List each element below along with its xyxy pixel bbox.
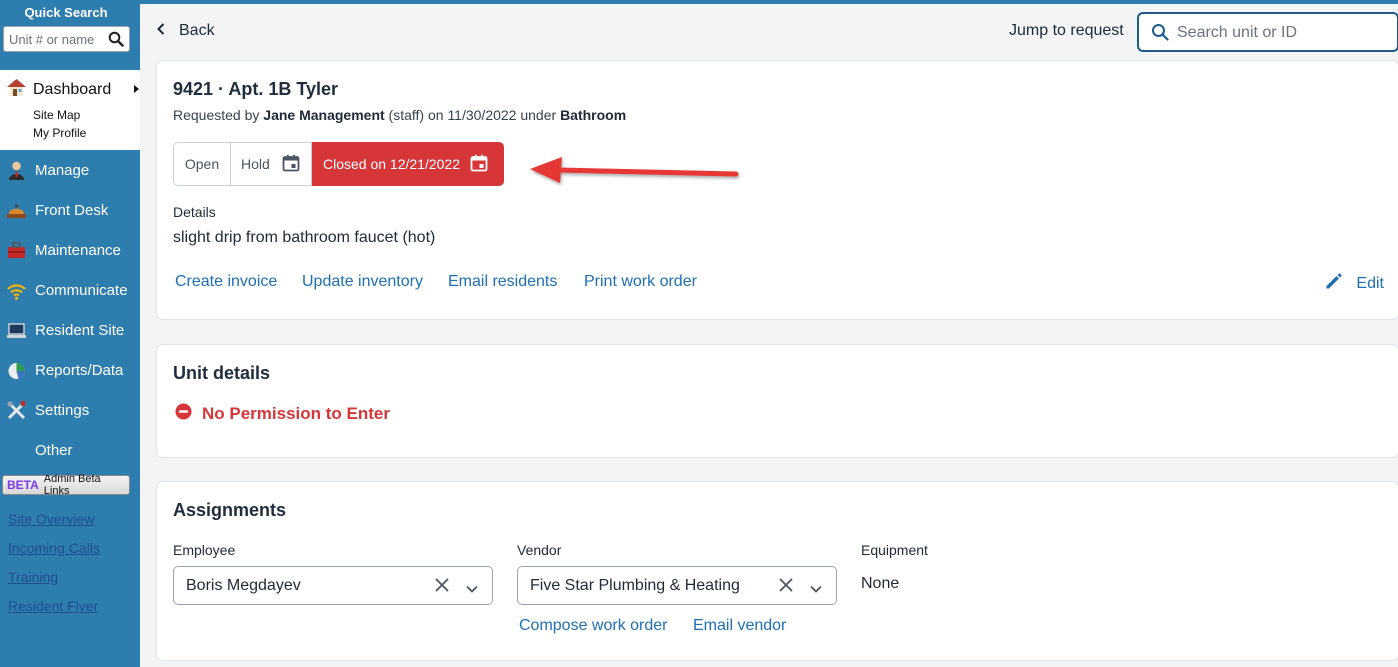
create-invoice-link[interactable]: Create invoice bbox=[175, 273, 277, 291]
update-inventory-link[interactable]: Update inventory bbox=[302, 273, 423, 291]
employee-label: Employee bbox=[173, 542, 236, 558]
chevron-left-icon bbox=[157, 22, 165, 40]
admin-beta-links-button[interactable]: BETA Admin Beta Links bbox=[2, 473, 130, 497]
site-overview-link[interactable]: Site Overview bbox=[8, 511, 94, 527]
employee-select[interactable]: Boris Megdayev bbox=[173, 566, 493, 605]
print-work-order-link[interactable]: Print work order bbox=[584, 273, 697, 291]
clear-icon[interactable] bbox=[778, 577, 794, 598]
assignments-card: Assignments Employee Boris Megdayev Vend… bbox=[156, 481, 1398, 661]
sidebar: Quick Search Dashboard Site Map My Profi… bbox=[0, 0, 140, 667]
quick-search-title: Quick Search bbox=[24, 5, 108, 20]
request-card: 9421 · Apt. 1B Tyler Requested by Jane M… bbox=[156, 60, 1398, 320]
person-icon bbox=[6, 160, 27, 181]
chevron-down-icon[interactable] bbox=[810, 580, 822, 598]
request-category: Bathroom bbox=[560, 107, 627, 123]
nav-other[interactable]: Other bbox=[6, 440, 73, 461]
dashboard-panel: Dashboard Site Map My Profile bbox=[0, 70, 140, 150]
nav-resident-site[interactable]: Resident Site bbox=[6, 320, 124, 341]
equipment-label: Equipment bbox=[861, 542, 928, 558]
quick-search-box[interactable] bbox=[3, 26, 130, 52]
vendor-label: Vendor bbox=[517, 542, 562, 558]
top-strip bbox=[0, 0, 1398, 4]
calendar-icon[interactable] bbox=[470, 154, 488, 175]
search-icon[interactable] bbox=[108, 31, 124, 52]
back-label: Back bbox=[179, 22, 215, 39]
request-title: 9421 · Apt. 1B Tyler bbox=[173, 79, 339, 99]
chevron-down-icon[interactable] bbox=[466, 580, 478, 598]
search-icon bbox=[1151, 23, 1169, 46]
compose-work-order-link[interactable]: Compose work order bbox=[519, 617, 668, 635]
toolbox-icon bbox=[6, 240, 27, 261]
training-link[interactable]: Training bbox=[8, 569, 58, 585]
nav-maintenance[interactable]: Maintenance bbox=[6, 240, 121, 261]
site-map-link[interactable]: Site Map bbox=[33, 108, 80, 122]
status-hold-button[interactable]: Hold bbox=[231, 142, 312, 186]
dashboard-label: Dashboard bbox=[33, 81, 112, 98]
edit-label: Edit bbox=[1356, 274, 1384, 292]
dashboard-link[interactable]: Dashboard bbox=[6, 77, 111, 103]
unit-details-title: Unit details bbox=[173, 363, 271, 383]
no-entry-icon bbox=[175, 403, 192, 425]
request-subtitle: Requested by Jane Management (staff) on … bbox=[173, 107, 627, 123]
wifi-icon bbox=[6, 280, 27, 301]
back-button[interactable]: Back bbox=[157, 22, 215, 40]
clear-icon[interactable] bbox=[434, 577, 450, 598]
status-open-button[interactable]: Open bbox=[173, 142, 231, 186]
vendor-select[interactable]: Five Star Plumbing & Heating bbox=[517, 566, 837, 605]
nav-communicate[interactable]: Communicate bbox=[6, 280, 128, 301]
pencil-icon bbox=[1324, 271, 1344, 296]
nav-settings[interactable]: Settings bbox=[6, 400, 89, 421]
status-toggle: Open Hold Closed on 12/21/2022 bbox=[173, 142, 504, 186]
nav-reports-data[interactable]: Reports/Data bbox=[6, 360, 123, 381]
beta-tag: BETA bbox=[7, 478, 39, 492]
caret-right-icon bbox=[134, 85, 139, 93]
laptop-icon bbox=[6, 320, 27, 341]
equipment-value: None bbox=[861, 575, 900, 592]
email-vendor-link[interactable]: Email vendor bbox=[693, 617, 786, 635]
resident-flyer-link[interactable]: Resident Flyer bbox=[8, 598, 98, 614]
jump-search-box[interactable] bbox=[1137, 12, 1398, 52]
nav-front-desk[interactable]: Front Desk bbox=[6, 200, 108, 221]
house-icon bbox=[6, 77, 27, 103]
employee-value: Boris Megdayev bbox=[186, 577, 301, 594]
requester-name: Jane Management bbox=[263, 107, 385, 123]
assignments-title: Assignments bbox=[173, 500, 287, 520]
desk-bell-icon bbox=[6, 200, 27, 221]
annotation-arrow bbox=[530, 157, 739, 183]
vendor-value: Five Star Plumbing & Heating bbox=[530, 577, 740, 594]
details-text: slight drip from bathroom faucet (hot) bbox=[173, 229, 436, 246]
beta-label: Admin Beta Links bbox=[43, 473, 101, 497]
pie-chart-icon bbox=[6, 360, 27, 381]
my-profile-link[interactable]: My Profile bbox=[33, 126, 86, 140]
edit-button[interactable]: Edit bbox=[1324, 271, 1384, 296]
tools-icon bbox=[6, 400, 27, 421]
status-closed-button[interactable]: Closed on 12/21/2022 bbox=[312, 142, 504, 186]
jump-to-request-label: Jump to request bbox=[1009, 22, 1124, 39]
quick-search-input[interactable] bbox=[9, 28, 109, 50]
details-label: Details bbox=[173, 204, 216, 220]
nav-manage[interactable]: Manage bbox=[6, 160, 89, 181]
incoming-calls-link[interactable]: Incoming Calls bbox=[8, 540, 100, 556]
no-permission-status: No Permission to Enter bbox=[175, 403, 390, 425]
unit-details-card: Unit details No Permission to Enter bbox=[156, 344, 1398, 458]
calendar-icon[interactable] bbox=[282, 154, 300, 175]
email-residents-link[interactable]: Email residents bbox=[448, 273, 557, 291]
jump-search-input[interactable] bbox=[1177, 22, 1387, 44]
